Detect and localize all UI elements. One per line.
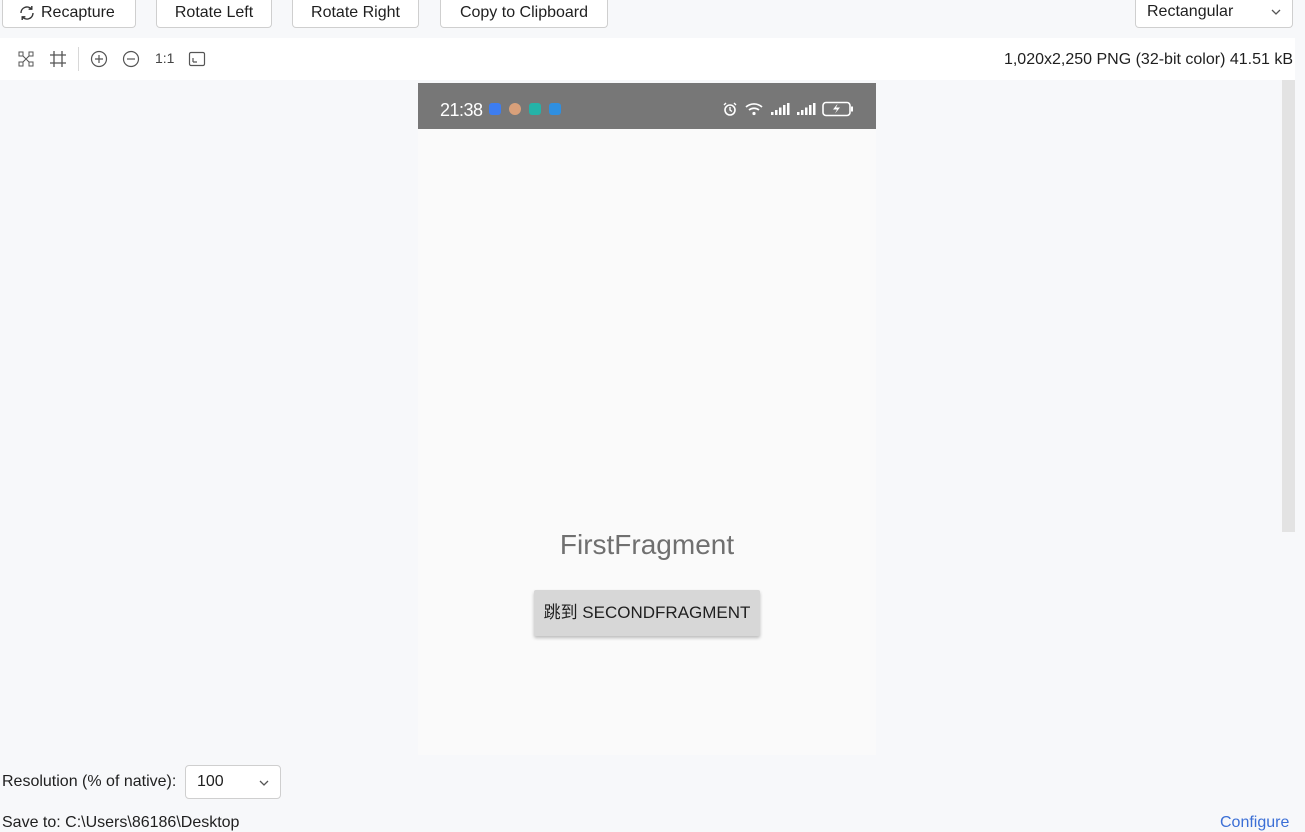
viewer-toolbar: 1:1 1,020x2,250 PNG (32-bit color) 41.51… <box>0 38 1295 80</box>
chevron-down-icon <box>259 780 269 786</box>
signal-icon <box>771 103 790 115</box>
configure-link[interactable]: Configure <box>1220 814 1289 832</box>
status-time: 21:38 <box>440 100 483 120</box>
device-statusbar: 21:38 <box>418 83 876 129</box>
resolution-value: 100 <box>197 773 224 790</box>
notification-app-icon <box>529 103 541 115</box>
notification-avatar-icon <box>509 103 521 115</box>
fit-icon[interactable] <box>16 49 36 69</box>
status-icons <box>722 101 854 117</box>
crop-icon[interactable] <box>48 49 68 69</box>
go-to-second-fragment-button[interactable]: 跳到 SECONDFRAGMENT <box>534 590 760 636</box>
save-path: Save to: C:\Users\86186\Desktop <box>2 814 240 831</box>
vertical-scrollbar[interactable] <box>1282 80 1295 532</box>
top-toolbar: Recapture Rotate Left Rotate Right Copy … <box>0 0 1305 38</box>
refresh-icon <box>17 3 37 23</box>
device-screenshot: 21:38 FirstFragment 跳到 SECONDFRAGMENT <box>418 83 876 755</box>
zoom-in-icon[interactable] <box>89 49 109 69</box>
actual-size-button[interactable]: 1:1 <box>155 50 174 66</box>
resolution-select[interactable]: 100 <box>185 765 281 799</box>
fit-window-icon[interactable] <box>187 49 207 69</box>
capture-shape-value: Rectangular <box>1147 3 1234 20</box>
recapture-button[interactable]: Recapture <box>2 0 136 28</box>
alarm-icon <box>723 102 737 116</box>
notification-app-icon <box>549 103 561 115</box>
resolution-label: Resolution (% of native): <box>2 773 177 790</box>
chevron-down-icon <box>1271 9 1281 15</box>
wifi-icon <box>745 103 763 116</box>
signal-icon <box>797 103 816 115</box>
capture-shape-select[interactable]: Rectangular <box>1135 0 1293 28</box>
zoom-out-icon[interactable] <box>121 49 141 69</box>
rotate-left-label: Rotate Left <box>174 3 254 21</box>
copy-label: Copy to Clipboard <box>459 3 589 21</box>
battery-charging-icon <box>822 101 853 117</box>
fragment-title: FirstFragment <box>559 529 735 560</box>
copy-to-clipboard-button[interactable]: Copy to Clipboard <box>440 0 608 28</box>
recapture-label: Recapture <box>41 3 115 21</box>
notification-app-icon <box>489 103 501 115</box>
toolbar-divider <box>78 47 79 71</box>
rotate-left-button[interactable]: Rotate Left <box>156 0 272 28</box>
image-info: 1,020x2,250 PNG (32-bit color) 41.51 kB <box>1003 51 1293 68</box>
rotate-right-button[interactable]: Rotate Right <box>292 0 419 28</box>
rotate-right-label: Rotate Right <box>311 3 400 21</box>
